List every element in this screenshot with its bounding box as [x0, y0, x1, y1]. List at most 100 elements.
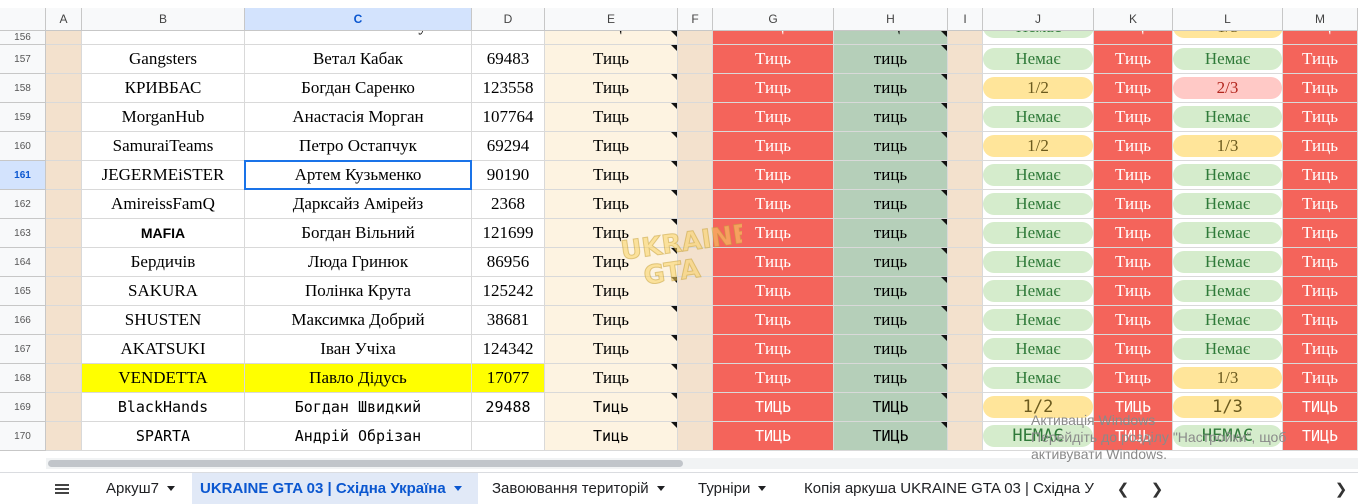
cell-j-158[interactable]: 1/2 [983, 74, 1094, 103]
cell-l-159[interactable]: Немає [1173, 103, 1283, 132]
cell-g-169[interactable]: ТИЦЬ [713, 393, 834, 422]
cell-k-159[interactable]: Тиць [1094, 103, 1173, 132]
cell-m-157[interactable]: Тиць [1283, 45, 1358, 74]
status-chip[interactable]: 2/3 [1173, 77, 1282, 99]
cell-k-165[interactable]: Тиць [1094, 277, 1173, 306]
cell-f-160[interactable] [678, 132, 713, 161]
cell-b-168[interactable]: VENDETTA [82, 364, 245, 393]
cell-a-167[interactable] [46, 335, 82, 364]
cell-b-161[interactable]: JEGERMEiSTER [82, 161, 245, 190]
cell-g-168[interactable]: Тиць [713, 364, 834, 393]
row-header-159[interactable]: 159 [0, 103, 46, 132]
cell-i-165[interactable] [948, 277, 983, 306]
explore-panel-icon[interactable]: ❯ [1326, 473, 1356, 504]
cell-c-163[interactable]: Богдан Вільний [245, 219, 472, 248]
cell-b-166[interactable]: SHUSTEN [82, 306, 245, 335]
cell-b-165[interactable]: SAKURA [82, 277, 245, 306]
row-header-169[interactable]: 169 [0, 393, 46, 422]
cell-g-166[interactable]: Тиць [713, 306, 834, 335]
cell-d-161[interactable]: 90190 [472, 161, 545, 190]
cell-g-167[interactable]: Тиць [713, 335, 834, 364]
cell-d-167[interactable]: 124342 [472, 335, 545, 364]
cell-a-169[interactable] [46, 393, 82, 422]
all-sheets-menu-icon[interactable] [44, 473, 80, 504]
cell-c-160[interactable]: Петро Остапчук [245, 132, 472, 161]
status-chip[interactable]: Немає [983, 280, 1093, 302]
status-chip[interactable]: Немає [983, 367, 1093, 389]
row-header-165[interactable]: 165 [0, 277, 46, 306]
column-header-k[interactable]: K [1094, 8, 1173, 31]
cell-c-164[interactable]: Люда Гринюк [245, 248, 472, 277]
column-header-g[interactable]: G [713, 8, 834, 31]
cell-l-160[interactable]: 1/3 [1173, 132, 1283, 161]
cell-l-166[interactable]: Немає [1173, 306, 1283, 335]
cell-m-168[interactable]: Тиць [1283, 364, 1358, 393]
cell-b-164[interactable]: Бердичів [82, 248, 245, 277]
cell-d-166[interactable]: 38681 [472, 306, 545, 335]
cell-j-162[interactable]: Немає [983, 190, 1094, 219]
status-chip[interactable]: Немає [983, 106, 1093, 128]
cell-h-162[interactable]: тиць [834, 190, 948, 219]
row-header-168[interactable]: 168 [0, 364, 46, 393]
cell-b-163[interactable]: MAFIA [82, 219, 245, 248]
status-chip[interactable]: Немає [1173, 106, 1282, 128]
cell-e-159[interactable]: Тиць [545, 103, 678, 132]
cell-j-157[interactable]: Немає [983, 45, 1094, 74]
cell-e-160[interactable]: Тиць [545, 132, 678, 161]
cell-f-166[interactable] [678, 306, 713, 335]
cell-m-167[interactable]: Тиць [1283, 335, 1358, 364]
cell-g-160[interactable]: Тиць [713, 132, 834, 161]
column-header-b[interactable]: B [82, 8, 245, 31]
cell-d-163[interactable]: 121699 [472, 219, 545, 248]
cell-i-169[interactable] [948, 393, 983, 422]
status-chip[interactable]: 1/2 [983, 77, 1093, 99]
cell-a-162[interactable] [46, 190, 82, 219]
sheet-tab-copy[interactable]: Копія аркуша UKRAINE GTA 03 | Східна У [796, 473, 1104, 504]
cell-c-159[interactable]: Анастасія Морган [245, 103, 472, 132]
status-chip[interactable]: Немає [983, 193, 1093, 215]
row-header-161[interactable]: 161 [0, 161, 46, 190]
sheet-tab-arkush7[interactable]: Аркуш7 [98, 473, 188, 504]
cell-h-160[interactable]: тиць [834, 132, 948, 161]
cell-i-164[interactable] [948, 248, 983, 277]
status-chip[interactable]: Немає [983, 309, 1093, 331]
scroll-tabs-left-icon[interactable]: ❮ [1108, 473, 1138, 504]
cell-h-166[interactable]: тиць [834, 306, 948, 335]
cell-b-160[interactable]: SamuraiTeams [82, 132, 245, 161]
cell-e-167[interactable]: Тиць [545, 335, 678, 364]
cell-d-169[interactable]: 29488 [472, 393, 545, 422]
cell-a-164[interactable] [46, 248, 82, 277]
cell-c-161[interactable]: Артем Кузьменко [245, 161, 472, 190]
cell-l-161[interactable]: Немає [1173, 161, 1283, 190]
cell-e-158[interactable]: Тиць [545, 74, 678, 103]
row-header-156[interactable]: 156 [0, 31, 46, 45]
cell-e-157[interactable]: Тиць [545, 45, 678, 74]
cell-d-160[interactable]: 69294 [472, 132, 545, 161]
cell-c-169[interactable]: Богдан Швидкий [245, 393, 472, 422]
row-header-162[interactable]: 162 [0, 190, 46, 219]
status-chip[interactable]: Немає [1173, 280, 1282, 302]
cell-h-163[interactable]: тиць [834, 219, 948, 248]
cell-h-158[interactable]: тиць [834, 74, 948, 103]
cell-a-158[interactable] [46, 74, 82, 103]
row-header-167[interactable]: 167 [0, 335, 46, 364]
cell-j-163[interactable]: Немає [983, 219, 1094, 248]
status-chip[interactable]: Немає [1173, 251, 1282, 273]
cell-b-169[interactable]: BlackHands [82, 393, 245, 422]
status-chip[interactable]: Немає [1173, 193, 1282, 215]
row-header-166[interactable]: 166 [0, 306, 46, 335]
cell-j-161[interactable]: Немає [983, 161, 1094, 190]
cell-d-164[interactable]: 86956 [472, 248, 545, 277]
cell-a-157[interactable] [46, 45, 82, 74]
cell-m-169[interactable]: ТИЦЬ [1283, 393, 1358, 422]
sheet-tab-ukraine-gta[interactable]: UKRAINE GTA 03 | Східна Україна [192, 473, 478, 504]
cell-k-164[interactable]: Тиць [1094, 248, 1173, 277]
cell-a-156[interactable] [46, 31, 82, 45]
scrollbar-thumb[interactable] [48, 460, 683, 467]
cell-f-157[interactable] [678, 45, 713, 74]
cell-l-168[interactable]: 1/3 [1173, 364, 1283, 393]
cell-a-168[interactable] [46, 364, 82, 393]
cell-h-159[interactable]: тиць [834, 103, 948, 132]
cell-c-158[interactable]: Богдан Саренко [245, 74, 472, 103]
column-header-c[interactable]: C [245, 8, 472, 31]
